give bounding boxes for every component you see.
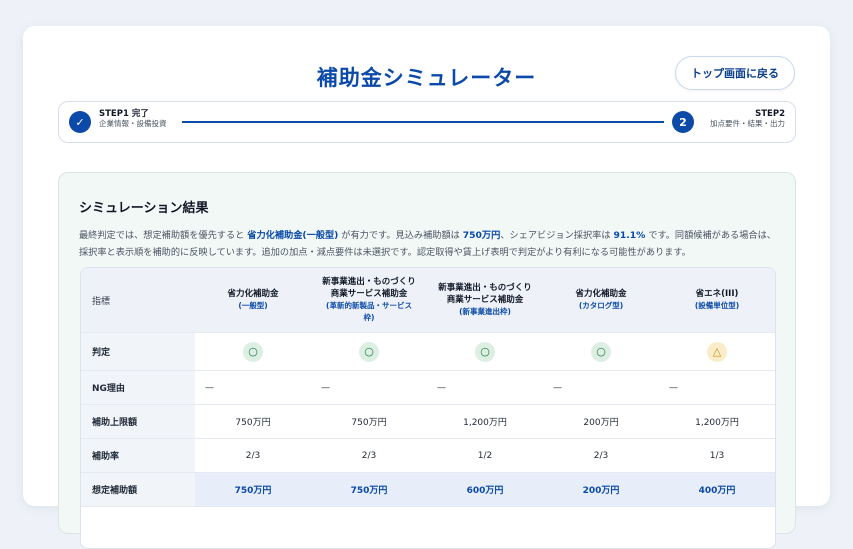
- column-name: 新事業進出・ものづくり商業サービス補助金: [438, 283, 532, 305]
- column-header: 新事業進出・ものづくり商業サービス補助金 (新事業進出枠): [427, 268, 543, 332]
- column-header: 新事業進出・ものづくり商業サービス補助金 (革新的新製品・サービス枠): [311, 268, 427, 332]
- simulator-card: 補助金シミュレーター トップ画面に戻る ✓ STEP1 完了 企業情報・設備投資…: [23, 26, 830, 549]
- table-cell: 750万円: [351, 418, 387, 428]
- column-sub: (カタログ型): [578, 301, 624, 310]
- table-cell: —: [669, 382, 678, 393]
- table-cell: 1/2: [477, 450, 493, 461]
- column-name: 省力化補助金: [575, 289, 627, 299]
- table-cell: 750万円: [350, 486, 388, 496]
- column-header: 省力化補助金 (カタログ型): [543, 268, 659, 332]
- table-cell: 400万円: [698, 486, 736, 496]
- column-name: 省エネ(III): [695, 289, 739, 299]
- result-panel: シミュレーション結果 最終判定では、想定補助額を優先すると 省力化補助金(一般型…: [58, 172, 796, 549]
- column-sub: (革新的新製品・サービス枠): [326, 301, 412, 322]
- table-cell: 1,200万円: [463, 418, 507, 428]
- column-header: 省力化補助金 (一般型): [195, 268, 311, 332]
- table-row-expected: 想定補助額 750万円 750万円 600万円 200万円 400万円: [81, 473, 775, 507]
- table-row-ng: NG理由 — — — — —: [81, 371, 775, 405]
- summary-text-1: 最終判定では、想定補助額を優先すると: [79, 230, 248, 241]
- summary-text-2: が有力です。見込み補助額は: [338, 230, 463, 241]
- table-cell: ○: [543, 333, 659, 370]
- table-cell: 750万円: [234, 486, 272, 496]
- table-cell: 200万円: [583, 418, 619, 428]
- step-progress-line: [182, 121, 664, 123]
- stepper: ✓ STEP1 完了 企業情報・設備投資 2 STEP2 加点要件・結果・出力: [58, 101, 796, 143]
- result-summary: 最終判定では、想定補助額を優先すると 省力化補助金(一般型) が有力です。見込み…: [79, 227, 779, 261]
- pass-circle-icon: ○: [475, 341, 495, 362]
- comparison-table: 指標 省力化補助金 (一般型) 新事業進出・ものづくり商業サービス補助金 (革新的新…: [80, 267, 776, 549]
- row-label: NG理由: [81, 371, 195, 404]
- table-cell: 200万円: [582, 486, 620, 496]
- column-sub: (新事業進出枠): [459, 307, 511, 316]
- table-row-limit: 補助上限額 750万円 750万円 1,200万円 200万円 1,200万円: [81, 405, 775, 439]
- table-row-judge: 判定 ○ ○ ○ ○ △: [81, 333, 775, 371]
- table-cell: △: [659, 333, 775, 370]
- step2[interactable]: STEP2 加点要件・結果・出力: [710, 109, 785, 128]
- pass-circle-icon: ○: [359, 341, 379, 362]
- header-label: 指標: [81, 268, 195, 332]
- step1[interactable]: STEP1 完了 企業情報・設備投資: [99, 109, 167, 128]
- summary-amount: 750万円: [462, 230, 501, 241]
- column-sub: (一般型): [238, 301, 268, 310]
- result-title: シミュレーション結果: [79, 201, 209, 216]
- summary-program: 省力化補助金(一般型): [247, 230, 339, 241]
- summary-text-3: 、シェアビジョン採択率は: [500, 230, 614, 241]
- row-label: 補助率: [81, 439, 195, 472]
- row-label: 判定: [81, 333, 195, 370]
- column-name: 新事業進出・ものづくり商業サービス補助金: [322, 277, 416, 299]
- table-cell: —: [321, 382, 330, 393]
- table-row-rate: 補助率 2/3 2/3 1/2 2/3 1/3: [81, 439, 775, 473]
- table-cell: —: [437, 382, 446, 393]
- summary-rate: 91.1%: [613, 230, 646, 241]
- table-cell: 1/3: [709, 450, 725, 461]
- pass-circle-icon: ○: [591, 341, 611, 362]
- table-header-row: 指標 省力化補助金 (一般型) 新事業進出・ものづくり商業サービス補助金 (革新的新…: [81, 268, 775, 333]
- column-name: 省力化補助金: [227, 289, 279, 299]
- table-cell: ○: [311, 333, 427, 370]
- step1-subtitle: 企業情報・設備投資: [99, 118, 167, 128]
- step2-number-badge: 2: [672, 111, 694, 133]
- row-label: 補助上限額: [81, 405, 195, 438]
- step1-check-icon: ✓: [69, 111, 91, 133]
- table-cell: —: [205, 382, 214, 393]
- pass-circle-icon: ○: [243, 341, 263, 362]
- table-cell: 2/3: [361, 450, 377, 461]
- table-cell: 1,200万円: [695, 418, 739, 428]
- row-label: 想定補助額: [81, 473, 195, 506]
- table-cell: 750万円: [235, 418, 271, 428]
- table-cell: —: [553, 382, 562, 393]
- table-cell: ○: [195, 333, 311, 370]
- column-sub: (設備単位型): [694, 301, 740, 310]
- column-header: 省エネ(III) (設備単位型): [659, 268, 775, 332]
- table-cell: 2/3: [245, 450, 261, 461]
- step2-subtitle: 加点要件・結果・出力: [710, 118, 785, 128]
- back-to-top-button[interactable]: トップ画面に戻る: [675, 56, 795, 90]
- table-cell: ○: [427, 333, 543, 370]
- table-cell: 600万円: [466, 486, 504, 496]
- table-cell: 2/3: [593, 450, 609, 461]
- caution-triangle-icon: △: [707, 341, 727, 362]
